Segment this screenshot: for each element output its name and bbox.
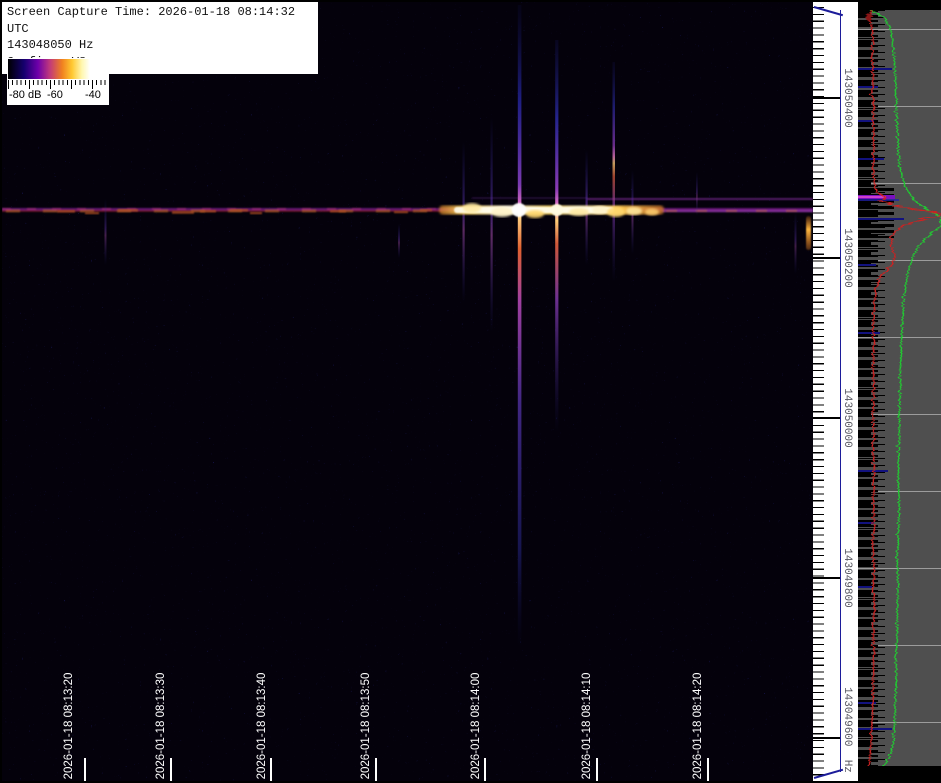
time-tick	[484, 758, 486, 781]
red-trace	[866, 2, 940, 781]
major-tick	[813, 577, 840, 579]
spectrogram-waterfall: 2026-01-18 08:13:20 2026-01-18 08:13:30 …	[2, 2, 813, 781]
noise-spikes	[858, 68, 904, 730]
spectrogram-plot	[2, 2, 813, 781]
time-tick	[375, 758, 377, 781]
major-tick	[813, 737, 840, 739]
scale-label-max: -40	[85, 89, 101, 101]
color-scale-legend: -80 dB -60 -40	[7, 58, 109, 105]
scale-label-min: -80 dB	[9, 89, 41, 101]
panel-top-band	[858, 2, 941, 10]
time-tick	[170, 758, 172, 781]
time-tick	[270, 758, 272, 781]
minor-ticks	[813, 7, 824, 777]
spectrum-traces	[858, 2, 941, 781]
major-tick	[813, 417, 840, 419]
center-frequency: 143048050 Hz	[7, 37, 313, 54]
time-tick	[596, 758, 598, 781]
time-tick	[84, 758, 86, 781]
frequency-ruler: 143050400 143050200 143050000 143049800 …	[813, 2, 858, 781]
major-tick	[813, 257, 840, 259]
spectrum-monitor-screen: 2026-01-18 08:13:20 2026-01-18 08:13:30 …	[0, 0, 941, 783]
live-spectrum-panel	[858, 2, 941, 781]
color-scale-ticks	[8, 80, 108, 89]
panel-bottom-band	[858, 766, 941, 781]
trace-marker-dot	[865, 13, 872, 20]
scale-label-mid: -60	[47, 89, 63, 101]
capture-time: Screen Capture Time: 2026-01-18 08:14:32…	[7, 4, 313, 37]
color-gradient-bar	[8, 59, 108, 79]
time-tick	[707, 758, 709, 781]
major-tick	[813, 97, 840, 99]
